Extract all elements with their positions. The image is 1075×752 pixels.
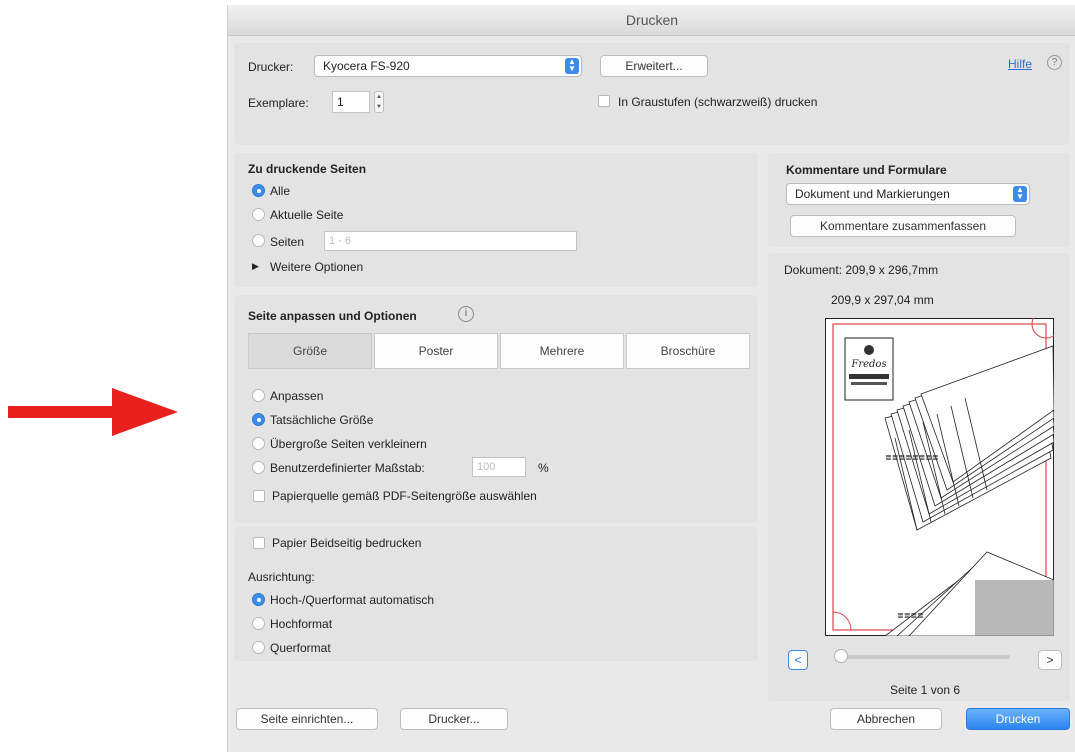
info-icon-glyph: i — [464, 308, 468, 319]
next-page-glyph: > — [1046, 653, 1054, 667]
pages-current-label: Aktuelle Seite — [270, 208, 344, 222]
svg-text:≣≣≣≣: ≣≣≣≣ — [897, 611, 924, 620]
page-preview: Fredos ≣≣≣≣≣≣≣≣ ≣≣≣≣ — [825, 318, 1054, 636]
title-bar: Drucken — [228, 5, 1075, 36]
paper-source-checkbox[interactable] — [253, 490, 265, 502]
prev-page-button[interactable]: < — [788, 650, 808, 670]
radio-actual-size[interactable] — [252, 413, 265, 426]
window-title: Drucken — [625, 12, 679, 28]
document-size: Dokument: 209,9 x 296,7mm — [784, 263, 939, 277]
tab-poster[interactable]: Poster — [374, 333, 498, 369]
duplex-checkbox[interactable] — [253, 537, 265, 549]
printer-select[interactable]: Kyocera FS-920 ▲ ▼ — [314, 55, 582, 77]
actual-size-label: Tatsächliche Größe — [270, 413, 374, 427]
radio-custom-scale[interactable] — [252, 461, 265, 474]
tab-booklet[interactable]: Broschüre — [626, 333, 750, 369]
scale-value: 100 — [477, 461, 496, 473]
radio-pages-all[interactable] — [252, 184, 265, 197]
prev-page-glyph: < — [794, 653, 802, 667]
help-icon-glyph: ? — [1051, 57, 1058, 68]
radio-orientation-portrait[interactable] — [252, 617, 265, 630]
svg-text:Fredos: Fredos — [850, 359, 886, 370]
page-setup-button[interactable]: Seite einrichten... — [236, 708, 378, 730]
page-size: 209,9 x 297,04 mm — [831, 293, 934, 307]
cancel-button[interactable]: Abbrechen — [830, 708, 942, 730]
paper-source-label: Papierquelle gemäß PDF-Seitengröße auswä… — [272, 489, 537, 503]
comments-heading: Kommentare und Formulare — [786, 163, 947, 177]
radio-pages-current[interactable] — [252, 208, 265, 221]
fit-label: Anpassen — [270, 389, 324, 403]
tab-multiple[interactable]: Mehrere — [500, 333, 624, 369]
copies-label: Exemplare: — [248, 96, 309, 110]
pages-heading: Zu druckende Seiten — [248, 162, 367, 176]
orientation-portrait-label: Hochformat — [270, 617, 333, 631]
shrink-oversized-label: Übergroße Seiten verkleinern — [270, 437, 427, 451]
duplex-label: Papier Beidseitig bedrucken — [272, 536, 422, 550]
print-dialog: Drucken Drucker: Kyocera FS-920 ▲ ▼ Erwei… — [227, 5, 1075, 752]
svg-text:≣≣≣≣≣≣≣≣: ≣≣≣≣≣≣≣≣ — [885, 453, 939, 462]
pages-range-label: Seiten — [270, 235, 305, 249]
print-button[interactable]: Drucken — [966, 708, 1070, 730]
sizing-heading: Seite anpassen und Optionen — [248, 309, 417, 323]
help-icon[interactable]: ? — [1047, 55, 1062, 70]
advanced-button[interactable]: Erweitert... — [600, 55, 708, 77]
radio-fit[interactable] — [252, 389, 265, 402]
comments-select[interactable]: Dokument und Markierungen ▲ ▼ — [786, 183, 1030, 205]
info-icon[interactable]: i — [458, 306, 474, 322]
copies-input[interactable]: 1 — [332, 91, 370, 113]
grayscale-label: In Graustufen (schwarzweiß) drucken — [618, 95, 818, 109]
radio-orientation-landscape[interactable] — [252, 641, 265, 654]
page-slider-thumb[interactable] — [834, 649, 848, 663]
copies-stepper[interactable]: ▲ ▼ — [374, 91, 384, 113]
chevron-updown-icon: ▲ ▼ — [565, 58, 579, 74]
next-page-button[interactable]: > — [1038, 650, 1062, 670]
radio-pages-range[interactable] — [252, 234, 265, 247]
orientation-auto-label: Hoch-/Querformat automatisch — [270, 593, 435, 607]
more-options-label[interactable]: Weitere Optionen — [270, 260, 363, 274]
tab-size[interactable]: Größe — [248, 333, 372, 369]
comments-select-value: Dokument und Markierungen — [795, 187, 950, 201]
red-arrow-icon — [8, 388, 178, 436]
page-slider-track[interactable] — [840, 655, 1010, 659]
scale-unit: % — [538, 461, 549, 475]
pages-range-input[interactable]: 1 - 6 — [324, 231, 577, 251]
orientation-landscape-label: Querformat — [270, 641, 331, 655]
pages-range-placeholder: 1 - 6 — [329, 235, 352, 247]
printer-label: Drucker: — [248, 60, 294, 74]
disclosure-triangle-icon[interactable]: ▶ — [252, 261, 259, 272]
scale-input[interactable]: 100 — [472, 457, 526, 477]
chevron-updown-icon: ▲ ▼ — [1013, 186, 1027, 202]
summarize-comments-button[interactable]: Kommentare zusammenfassen — [790, 215, 1016, 237]
custom-scale-label: Benutzerdefinierter Maßstab: — [270, 461, 425, 475]
grayscale-checkbox[interactable] — [598, 95, 610, 107]
pages-all-label: Alle — [270, 184, 291, 198]
page-indicator: Seite 1 von 6 — [890, 683, 961, 697]
printer-select-value: Kyocera FS-920 — [323, 59, 410, 73]
orientation-label: Ausrichtung: — [248, 570, 315, 584]
help-link[interactable]: Hilfe — [1008, 57, 1032, 71]
printer-button[interactable]: Drucker... — [400, 708, 508, 730]
radio-shrink-oversized[interactable] — [252, 437, 265, 450]
radio-orientation-auto[interactable] — [252, 593, 265, 606]
copies-value: 1 — [337, 95, 344, 109]
